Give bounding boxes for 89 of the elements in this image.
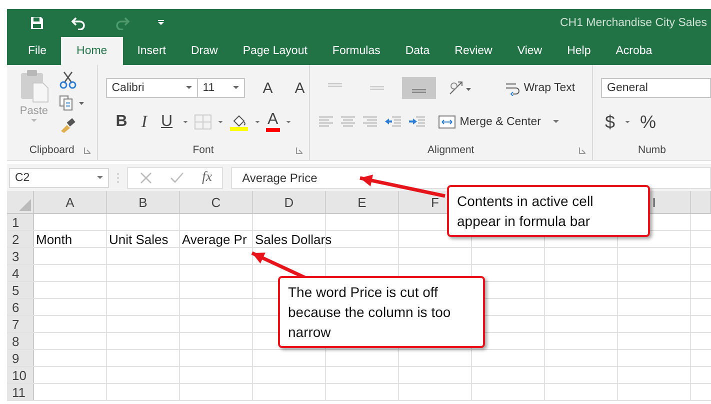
row-header[interactable]: 2 xyxy=(7,231,34,247)
dialog-launcher-icon[interactable] xyxy=(84,147,91,154)
clipboard-icon xyxy=(19,69,49,103)
caret-icon[interactable] xyxy=(182,120,188,124)
row-header[interactable]: 1 xyxy=(7,214,34,230)
ribbon-tab[interactable]: View xyxy=(506,37,554,65)
group-label: Numb xyxy=(638,144,666,156)
window-title: CH1 Merchandise City Sales xyxy=(560,17,708,29)
row-header[interactable]: 3 xyxy=(7,248,34,264)
currency-button[interactable]: $ xyxy=(601,112,620,132)
caret-icon[interactable] xyxy=(254,120,260,124)
row-header[interactable]: 8 xyxy=(7,333,34,349)
callout-box: Contents in active cell appear in formula bar xyxy=(447,185,650,237)
caret-icon xyxy=(186,86,192,90)
caret-icon[interactable] xyxy=(625,120,630,124)
percent-button[interactable]: % xyxy=(636,112,660,132)
row-header[interactable]: 6 xyxy=(7,299,34,315)
cell-text: Average Pr xyxy=(182,232,247,246)
formula-field[interactable]: Average Price xyxy=(231,166,711,188)
column-header[interactable]: D xyxy=(284,194,294,210)
row-header[interactable]: 10 xyxy=(7,367,34,383)
ribbon-tab[interactable]: Review xyxy=(444,37,504,65)
ribbon-tab[interactable]: Help xyxy=(556,37,602,65)
fill-color-icon[interactable] xyxy=(228,113,249,131)
cell-text: Month xyxy=(36,232,72,246)
save-icon[interactable] xyxy=(30,16,44,30)
ribbon-tab[interactable]: Data xyxy=(394,37,441,65)
scissors-icon[interactable] xyxy=(59,71,77,89)
row-header[interactable]: 9 xyxy=(7,350,34,366)
italic-button[interactable]: I xyxy=(137,112,151,132)
text-orientation-icon[interactable] xyxy=(448,80,472,96)
group-label: Alignment xyxy=(428,144,474,156)
row-header[interactable]: 4 xyxy=(7,265,34,281)
row-header[interactable]: 7 xyxy=(7,316,34,332)
font-color-button[interactable]: A xyxy=(266,112,280,132)
underline-button[interactable]: U xyxy=(156,113,177,131)
caret-icon xyxy=(97,176,103,180)
font-name-field[interactable]: Calibri xyxy=(106,78,198,98)
row-header[interactable]: 5 xyxy=(7,282,34,298)
caret-icon[interactable] xyxy=(218,120,223,124)
column-header[interactable]: E xyxy=(358,194,366,210)
cell-text: Sales Dollars xyxy=(255,232,332,246)
font-size-field[interactable]: 11 xyxy=(196,78,245,98)
ribbon-tab[interactable]: Insert xyxy=(126,37,177,65)
column-header[interactable]: I xyxy=(652,194,656,210)
copy-icon[interactable] xyxy=(59,95,85,111)
undo-icon[interactable] xyxy=(71,16,87,30)
align-center-icon[interactable] xyxy=(340,116,356,128)
caret-icon xyxy=(31,119,37,123)
align-left-icon[interactable] xyxy=(318,116,334,128)
column-header[interactable]: C xyxy=(211,194,221,210)
column-header[interactable]: F xyxy=(431,194,439,210)
wrap-text-button[interactable]: Wrap Text xyxy=(502,80,578,96)
caret-icon xyxy=(232,86,239,90)
ribbon-tab[interactable]: Page Layout xyxy=(232,37,318,65)
callout-box: The word Price is cut off because the column is too narrow xyxy=(278,276,485,348)
group-label: Font xyxy=(192,144,214,156)
name-box[interactable]: C2 xyxy=(9,168,109,188)
ribbon-tab[interactable]: Acroba xyxy=(604,37,664,65)
bold-button[interactable]: B xyxy=(112,113,132,131)
align-right-icon[interactable] xyxy=(362,116,378,128)
merge-icon xyxy=(438,114,456,130)
increase-indent-icon[interactable] xyxy=(408,116,426,128)
row-header[interactable]: 11 xyxy=(7,384,34,400)
dialog-launcher-icon[interactable] xyxy=(579,147,586,154)
caret-icon[interactable] xyxy=(286,120,292,124)
ribbon-tab[interactable]: Formulas xyxy=(321,37,392,65)
dialog-launcher-icon[interactable] xyxy=(296,147,303,154)
grow-font-button[interactable]: A xyxy=(258,80,277,96)
shrink-font-button[interactable]: A xyxy=(290,80,309,96)
paintbrush-icon[interactable] xyxy=(59,117,77,133)
top-align-icon xyxy=(326,83,343,87)
insert-function-button[interactable]: fx xyxy=(202,170,212,186)
column-header[interactable]: A xyxy=(66,194,74,210)
bottom-align-button[interactable] xyxy=(402,77,436,99)
column-header[interactable]: B xyxy=(138,194,148,210)
cell-text: Unit Sales xyxy=(109,232,168,246)
number-format-field[interactable]: General xyxy=(601,78,711,98)
ribbon-tab[interactable]: Draw xyxy=(180,37,229,65)
bottom-align-icon xyxy=(410,89,427,93)
ribbon-tab[interactable]: File xyxy=(17,37,58,65)
merge-center-button[interactable]: Merge & Center xyxy=(436,114,561,130)
middle-align-icon xyxy=(368,86,385,90)
caret-icon xyxy=(552,120,559,124)
triangle-icon xyxy=(19,199,31,211)
decrease-indent-icon[interactable] xyxy=(384,116,402,128)
ribbon-tab[interactable]: Home xyxy=(60,37,124,65)
caret-icon[interactable] xyxy=(157,20,165,26)
group-label: Clipboard xyxy=(29,144,74,156)
